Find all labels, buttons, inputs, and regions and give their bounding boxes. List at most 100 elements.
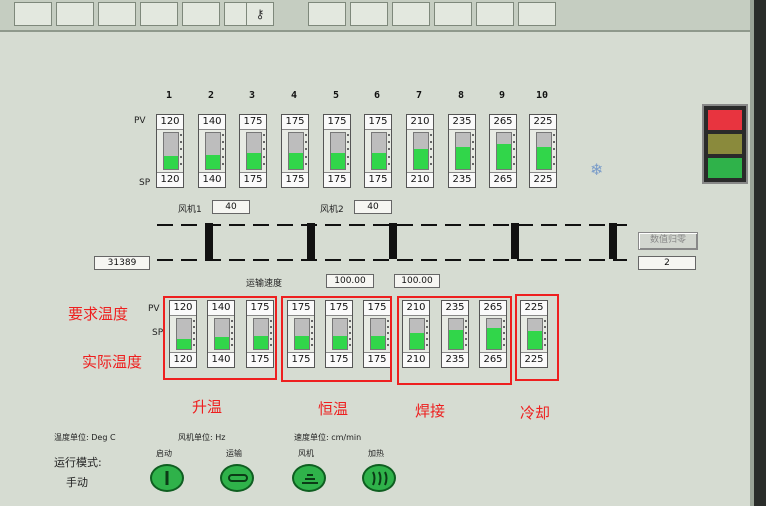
toolbar-button-5[interactable]	[182, 2, 220, 26]
toolbar-button-3[interactable]	[98, 2, 136, 26]
scale-tick	[430, 162, 432, 165]
top-sp-value[interactable]: 175	[240, 172, 266, 187]
zone-number: 2	[207, 90, 215, 101]
scale-tick	[388, 155, 390, 158]
top-level-fill	[414, 149, 428, 169]
scale-tick	[472, 148, 474, 151]
toolbar-button-7[interactable]	[308, 2, 346, 26]
scale-tick	[180, 141, 182, 144]
scale-tick	[553, 134, 555, 136]
conveyor-diagram	[157, 223, 627, 261]
monitor-bezel	[754, 0, 766, 506]
top-pv-value[interactable]: 120	[157, 115, 183, 130]
top-level-fill	[206, 154, 220, 169]
scale-tick	[263, 134, 265, 136]
zone-number: 10	[535, 90, 549, 101]
speed-set-field[interactable]: 100.00	[326, 274, 374, 288]
top-pv-value[interactable]: 175	[240, 115, 266, 130]
scale-tick	[430, 155, 432, 158]
toolbar-button-9[interactable]	[392, 2, 430, 26]
top-sp-value[interactable]: 175	[324, 172, 350, 187]
signal-light-yellow	[708, 134, 742, 154]
toolbar-button-11[interactable]	[476, 2, 514, 26]
scale-tick	[553, 162, 555, 165]
top-level-fill	[372, 152, 386, 169]
sp-label: SP	[139, 178, 151, 188]
scale-tick	[347, 148, 349, 151]
top-pv-value[interactable]: 175	[282, 115, 308, 130]
zone-group-cool	[515, 294, 559, 381]
scale-tick	[388, 162, 390, 165]
top-pv-value[interactable]: 175	[365, 115, 391, 130]
top-gauge-5: 175 175	[323, 114, 351, 188]
scale-tick	[347, 141, 349, 144]
key-icon[interactable]: ⚷	[246, 2, 274, 26]
top-gauge-6: 175 175	[364, 114, 392, 188]
scale-tick	[513, 134, 515, 136]
top-level-fill	[164, 156, 178, 169]
scale-tick	[553, 148, 555, 151]
scale-tick	[472, 141, 474, 144]
zone-number: 4	[290, 90, 298, 101]
scale-tick	[388, 134, 390, 136]
required-temp-annotation: 要求温度	[68, 305, 129, 323]
pv-label-bottom: PV	[148, 304, 160, 314]
scale-tick	[222, 134, 224, 136]
top-pv-value[interactable]: 140	[199, 115, 225, 130]
scale-tick	[513, 141, 515, 144]
fan-unit-label: 风机单位: Hz	[178, 433, 226, 442]
toolbar-button-8[interactable]	[350, 2, 388, 26]
top-sp-value[interactable]: 120	[157, 172, 183, 187]
heat-button[interactable]	[362, 464, 396, 492]
fan1-value[interactable]: 40	[212, 200, 250, 214]
toolbar-button-10[interactable]	[434, 2, 472, 26]
conveyor-icon	[228, 474, 248, 482]
heat-up-annotation: 升温	[192, 398, 223, 416]
toolbar-button-1[interactable]	[14, 2, 52, 26]
scale-tick	[222, 162, 224, 165]
signal-light-red	[708, 110, 742, 130]
scale-tick	[180, 162, 182, 165]
scale-tick	[472, 155, 474, 158]
top-gauge-1: 120 120	[156, 114, 184, 188]
top-pv-value[interactable]: 235	[449, 115, 475, 130]
scale-tick	[388, 141, 390, 144]
reset-button[interactable]: 数值归零	[638, 232, 698, 250]
constant-annotation: 恒温	[318, 400, 349, 418]
top-sp-value[interactable]: 140	[199, 172, 225, 187]
top-sp-value[interactable]: 235	[449, 172, 475, 187]
scale-tick	[388, 148, 390, 151]
conveyor-speed-label: 运输速度	[246, 279, 283, 289]
top-level-bar	[288, 132, 304, 170]
scale-tick	[305, 134, 307, 136]
top-pv-value[interactable]: 225	[530, 115, 556, 130]
fan-button[interactable]	[292, 464, 326, 492]
top-sp-value[interactable]: 210	[407, 172, 433, 187]
fan-icon	[302, 474, 318, 484]
top-pv-value[interactable]: 265	[490, 115, 516, 130]
conveyor-button[interactable]	[220, 464, 254, 492]
top-pv-value[interactable]: 175	[324, 115, 350, 130]
scale-tick	[430, 134, 432, 136]
scale-tick	[305, 155, 307, 158]
top-sp-value[interactable]: 225	[530, 172, 556, 187]
zone-number: 3	[248, 90, 256, 101]
fan2-value[interactable]: 40	[354, 200, 392, 214]
toolbar-button-12[interactable]	[518, 2, 556, 26]
power-icon	[165, 471, 169, 485]
toolbar-button-2[interactable]	[56, 2, 94, 26]
scale-tick	[305, 148, 307, 151]
top-gauge-4: 175 175	[281, 114, 309, 188]
top-level-bar	[455, 132, 471, 170]
top-sp-value[interactable]: 175	[282, 172, 308, 187]
zone-number: 1	[165, 90, 173, 101]
top-level-bar	[371, 132, 387, 170]
top-level-bar	[246, 132, 262, 170]
top-sp-value[interactable]: 265	[490, 172, 516, 187]
top-gauge-3: 175 175	[239, 114, 267, 188]
start-button[interactable]	[150, 464, 184, 492]
scale-tick	[180, 148, 182, 151]
top-sp-value[interactable]: 175	[365, 172, 391, 187]
toolbar-button-4[interactable]	[140, 2, 178, 26]
top-pv-value[interactable]: 210	[407, 115, 433, 130]
